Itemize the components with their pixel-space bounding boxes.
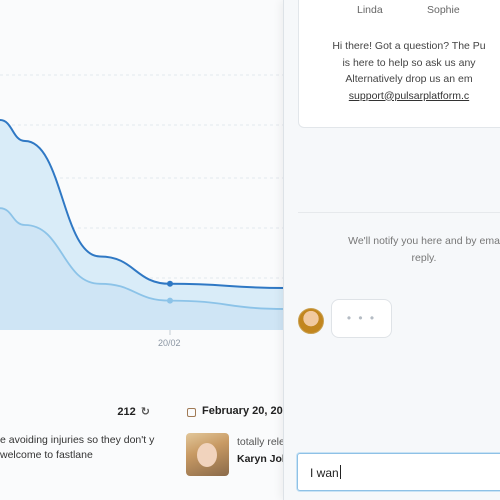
post-date: February 20, 201 bbox=[202, 405, 289, 417]
message-input[interactable]: I wan bbox=[297, 453, 500, 491]
dashboard-background: 20/02 212 ↻ e avoiding injuries so they … bbox=[0, 0, 300, 500]
post-snippet: totally rele bbox=[237, 436, 285, 448]
post-text: e avoiding injuries so they don't y welc… bbox=[0, 434, 155, 461]
welcome-card: Linda Sophie Hi there! Got a question? T… bbox=[298, 0, 500, 128]
retweet-count-value: 212 bbox=[117, 406, 136, 418]
welcome-line: Alternatively drop us an em bbox=[345, 73, 473, 85]
agent-name-linda: Linda bbox=[357, 4, 383, 16]
notify-line: reply. bbox=[411, 252, 437, 264]
divider bbox=[298, 212, 500, 213]
notify-message: We'll notify you here and by ema reply. bbox=[304, 233, 500, 267]
retweet-count: 212 ↻ bbox=[117, 405, 150, 420]
post-author[interactable]: Karyn Joh bbox=[237, 453, 288, 465]
message-text: I wan bbox=[310, 466, 339, 480]
retweet-icon: ↻ bbox=[140, 406, 150, 418]
typing-indicator: • • • bbox=[331, 299, 392, 338]
chat-panel: Linda Sophie Hi there! Got a question? T… bbox=[283, 0, 500, 500]
agent-name-sophie: Sophie bbox=[427, 4, 460, 16]
support-email-link[interactable]: support@pulsarplatform.c bbox=[299, 88, 500, 105]
text-caret bbox=[339, 465, 341, 479]
agent-avatar bbox=[298, 308, 324, 334]
post-photo[interactable] bbox=[186, 433, 229, 476]
welcome-line: is here to help so ask us any bbox=[342, 56, 476, 69]
trend-chart bbox=[0, 74, 300, 335]
welcome-message: Hi there! Got a question? The Pu is here… bbox=[299, 38, 500, 104]
main-series-point[interactable] bbox=[167, 280, 173, 287]
message-input-value: I wan bbox=[310, 465, 341, 480]
photo-face bbox=[197, 443, 217, 467]
instagram-icon bbox=[187, 408, 196, 417]
x-tick-label: 20/02 bbox=[158, 338, 181, 348]
welcome-line: Hi there! Got a question? The Pu bbox=[332, 40, 486, 52]
secondary-series-point[interactable] bbox=[167, 297, 173, 304]
notify-line: We'll notify you here and by ema bbox=[348, 235, 500, 247]
